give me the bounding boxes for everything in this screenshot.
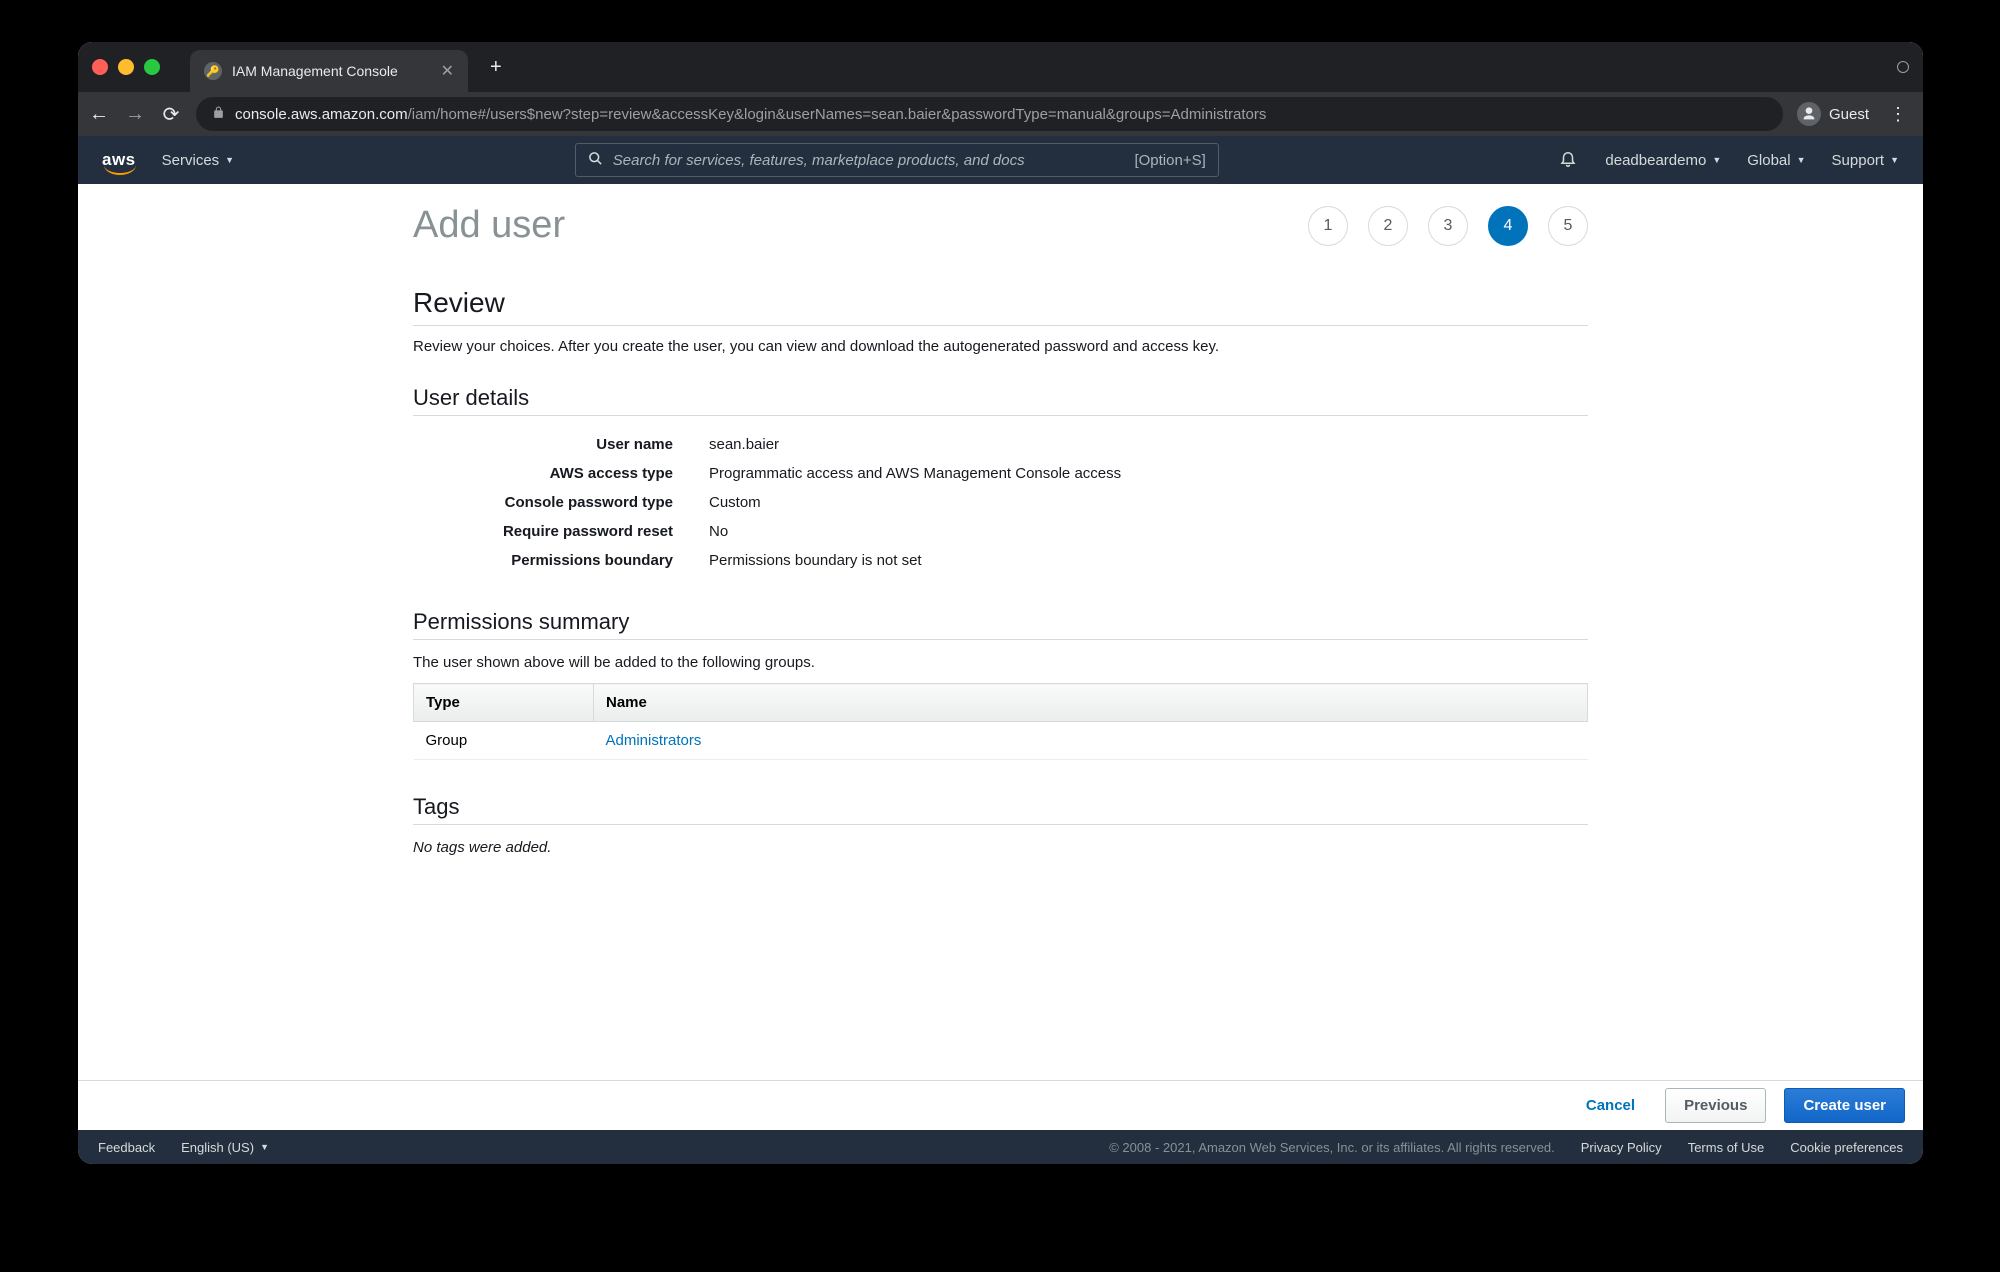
detail-row: Permissions boundary Permissions boundary… bbox=[413, 546, 1588, 575]
tags-note: No tags were added. bbox=[413, 839, 1588, 856]
user-details-heading: User details bbox=[413, 385, 1588, 416]
group-link[interactable]: Administrators bbox=[606, 732, 702, 749]
profile-label: Guest bbox=[1829, 106, 1869, 123]
detail-key: Console password type bbox=[413, 494, 673, 511]
chrome-titlebar: 🔑 IAM Management Console ✕ + bbox=[78, 42, 1923, 92]
cookies-link[interactable]: Cookie preferences bbox=[1790, 1140, 1903, 1155]
table-header: Name bbox=[594, 684, 1588, 722]
minimize-window-icon[interactable] bbox=[118, 59, 134, 75]
detail-row: AWS access type Programmatic access and A… bbox=[413, 459, 1588, 488]
forward-button[interactable]: → bbox=[124, 103, 146, 126]
detail-row: Console password type Custom bbox=[413, 488, 1588, 517]
chrome-toolbar: ← → ⟳ console.aws.amazon.com/iam/home#/u… bbox=[78, 92, 1923, 136]
region-menu[interactable]: Global▼ bbox=[1747, 152, 1805, 169]
page-body: Add user 12345 Review Review your choice… bbox=[78, 184, 1923, 1080]
wizard-footer: Cancel Previous Create user bbox=[78, 1080, 1923, 1130]
table-header: Type bbox=[414, 684, 594, 722]
detail-row: User name sean.baier bbox=[413, 430, 1588, 459]
review-heading: Review bbox=[413, 287, 1588, 326]
review-description: Review your choices. After you create th… bbox=[413, 338, 1588, 355]
avatar-icon bbox=[1797, 102, 1821, 126]
lock-icon bbox=[212, 106, 225, 123]
permissions-description: The user shown above will be added to th… bbox=[413, 654, 1588, 671]
detail-key: AWS access type bbox=[413, 465, 673, 482]
page-title: Add user bbox=[413, 204, 565, 247]
account-menu[interactable]: deadbeardemo▼ bbox=[1605, 152, 1721, 169]
browser-window: 🔑 IAM Management Console ✕ + ← → ⟳ conso… bbox=[78, 42, 1923, 1164]
window-controls bbox=[92, 59, 180, 75]
aws-search-input[interactable]: Search for services, features, marketpla… bbox=[575, 143, 1219, 177]
detail-value: No bbox=[709, 523, 728, 540]
detail-key: Require password reset bbox=[413, 523, 673, 540]
aws-header: aws Services▼ Search for services, featu… bbox=[78, 136, 1923, 184]
wizard-steps: 12345 bbox=[1308, 206, 1588, 246]
wizard-step-5[interactable]: 5 bbox=[1548, 206, 1588, 246]
tab-overview-icon[interactable] bbox=[1897, 61, 1909, 73]
url-text: console.aws.amazon.com/iam/home#/users$n… bbox=[235, 106, 1266, 123]
create-user-button[interactable]: Create user bbox=[1784, 1088, 1905, 1123]
table-row: Group Administrators bbox=[414, 722, 1588, 760]
tab-favicon-icon: 🔑 bbox=[204, 62, 222, 80]
profile-button[interactable]: Guest bbox=[1797, 102, 1869, 126]
wizard-step-4[interactable]: 4 bbox=[1488, 206, 1528, 246]
terms-link[interactable]: Terms of Use bbox=[1688, 1140, 1765, 1155]
detail-value: Programmatic access and AWS Management C… bbox=[709, 465, 1121, 482]
cell-type: Group bbox=[414, 722, 594, 760]
detail-value: Custom bbox=[709, 494, 761, 511]
aws-footer: Feedback English (US)▼ © 2008 - 2021, Am… bbox=[78, 1130, 1923, 1164]
search-placeholder: Search for services, features, marketpla… bbox=[613, 152, 1125, 169]
language-selector[interactable]: English (US)▼ bbox=[181, 1140, 269, 1155]
services-menu[interactable]: Services▼ bbox=[162, 152, 234, 169]
new-tab-button[interactable]: + bbox=[478, 56, 514, 79]
tags-heading: Tags bbox=[413, 794, 1588, 825]
support-menu[interactable]: Support▼ bbox=[1832, 152, 1899, 169]
user-details-list: User name sean.baier AWS access type Progra… bbox=[413, 430, 1588, 575]
close-window-icon[interactable] bbox=[92, 59, 108, 75]
wizard-step-1[interactable]: 1 bbox=[1308, 206, 1348, 246]
detail-key: Permissions boundary bbox=[413, 552, 673, 569]
detail-key: User name bbox=[413, 436, 673, 453]
browser-tab[interactable]: 🔑 IAM Management Console ✕ bbox=[190, 50, 468, 92]
aws-logo[interactable]: aws bbox=[102, 150, 136, 170]
permissions-table: TypeName Group Administrators bbox=[413, 683, 1588, 760]
detail-value: Permissions boundary is not set bbox=[709, 552, 922, 569]
detail-value: sean.baier bbox=[709, 436, 779, 453]
back-button[interactable]: ← bbox=[88, 103, 110, 126]
search-shortcut: [Option+S] bbox=[1134, 152, 1205, 169]
address-bar[interactable]: console.aws.amazon.com/iam/home#/users$n… bbox=[196, 97, 1783, 131]
search-icon bbox=[588, 151, 603, 170]
reload-button[interactable]: ⟳ bbox=[160, 102, 182, 127]
privacy-link[interactable]: Privacy Policy bbox=[1581, 1140, 1662, 1155]
feedback-link[interactable]: Feedback bbox=[98, 1140, 155, 1155]
permissions-heading: Permissions summary bbox=[413, 609, 1588, 640]
previous-button[interactable]: Previous bbox=[1665, 1088, 1766, 1123]
maximize-window-icon[interactable] bbox=[144, 59, 160, 75]
notifications-icon[interactable] bbox=[1559, 149, 1579, 171]
wizard-step-3[interactable]: 3 bbox=[1428, 206, 1468, 246]
close-tab-icon[interactable]: ✕ bbox=[441, 61, 454, 81]
tab-title: IAM Management Console bbox=[232, 63, 398, 79]
chrome-menu-button[interactable]: ⋮ bbox=[1883, 104, 1913, 125]
wizard-step-2[interactable]: 2 bbox=[1368, 206, 1408, 246]
cancel-button[interactable]: Cancel bbox=[1574, 1089, 1647, 1122]
detail-row: Require password reset No bbox=[413, 517, 1588, 546]
copyright-text: © 2008 - 2021, Amazon Web Services, Inc.… bbox=[1109, 1140, 1555, 1155]
